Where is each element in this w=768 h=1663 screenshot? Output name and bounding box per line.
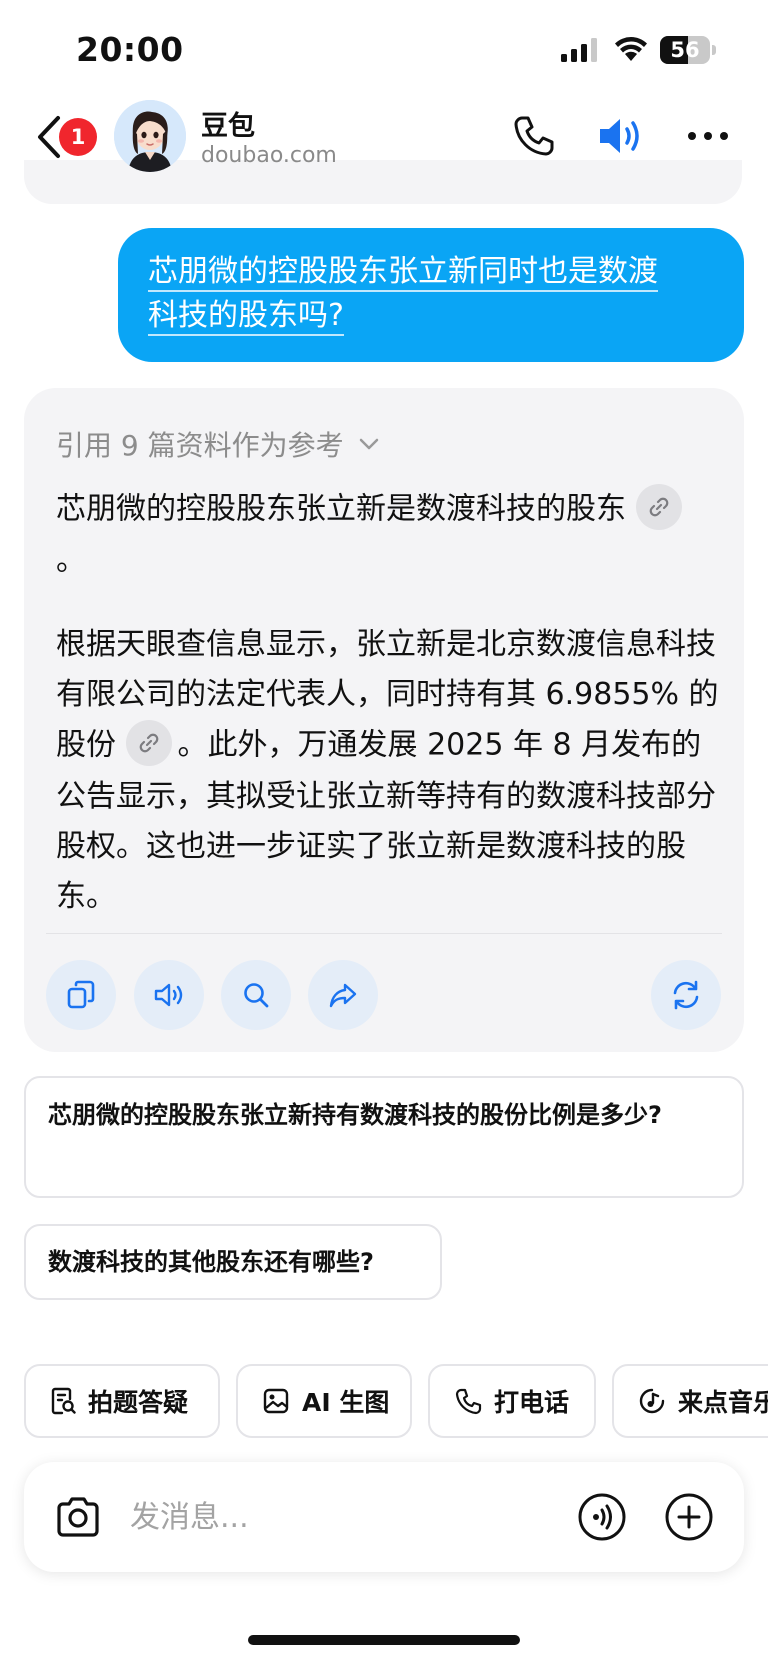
tool-label: AI 生图 [302,1388,390,1417]
more-icon[interactable] [686,122,730,150]
status-bar: 20:00 56 [0,0,768,100]
answer-paragraph-2: 根据天眼查信息显示，张立新是北京数渡信息科技有限公司的法定代表人，同时持有其 6… [56,620,720,922]
bot-domain: doubao.com [201,143,337,168]
copy-button[interactable] [46,960,116,1030]
tool-label: 拍题答疑 [88,1388,189,1417]
answer-p1-end: 。 [56,543,86,578]
user-message-text: 芯朋微的控股股东张立新同时也是数渡 科技的股东吗? [148,250,714,338]
suggested-question-1[interactable]: 芯朋微的控股股东张立新持有数渡科技的股份比例是多少? [24,1076,744,1198]
tool-music[interactable]: 来点音乐 [612,1364,768,1438]
tool-phone-call[interactable]: 打电话 [428,1364,596,1438]
share-button[interactable] [308,960,378,1030]
phone-icon[interactable] [512,114,556,158]
regenerate-button[interactable] [651,960,721,1030]
read-aloud-button[interactable] [134,960,204,1030]
tool-label: 打电话 [494,1388,570,1417]
references-label: 引用 9 篇资料作为参考 [56,429,344,462]
user-message-line-2: 科技的股东吗? [148,298,344,336]
search-icon [244,983,269,1008]
suggested-question-2[interactable]: 数渡科技的其他股东还有哪些? [24,1224,442,1300]
answer-p1-text: 芯朋微的控股股东张立新是数渡科技的股东 [56,491,626,527]
message-input-bar [24,1462,744,1572]
user-message-line-1: 芯朋微的控股股东张立新同时也是数渡 [148,254,658,292]
read-aloud-icon [154,983,183,1007]
status-time: 20:00 [76,30,184,69]
search-button[interactable] [221,960,291,1030]
photo-question-icon [51,1387,76,1415]
battery-level: 56 [670,38,700,62]
voice-icon[interactable] [577,1492,627,1542]
bot-name[interactable]: 豆包 [201,104,255,143]
answer-paragraph-1: 芯朋微的控股股东张立新是数渡科技的股东 。 [56,484,716,586]
citation-link-icon[interactable] [635,484,682,530]
speaker-icon[interactable] [596,112,644,160]
share-icon [329,983,357,1008]
phone-icon [455,1388,482,1415]
signal-icon [561,38,597,62]
plus-icon[interactable] [664,1492,714,1542]
home-indicator[interactable] [248,1635,520,1645]
citation-link-icon[interactable] [125,720,172,766]
references-toggle[interactable]: 引用 9 篇资料作为参考 [56,424,382,464]
avatar[interactable] [114,100,186,172]
user-message-bubble[interactable]: 芯朋微的控股股东张立新同时也是数渡 科技的股东吗? [118,228,744,362]
chevron-down-icon [359,438,378,450]
music-icon [639,1388,665,1414]
message-input[interactable] [130,1492,530,1542]
tool-label: 来点音乐 [678,1388,768,1417]
regenerate-icon [673,980,699,1010]
notification-badge[interactable]: 1 [59,118,97,156]
card-divider [46,933,722,934]
assistant-message-card: 引用 9 篇资料作为参考 芯朋微的控股股东张立新是数渡科技的股东 。 根据天眼查… [24,388,744,1052]
tool-photo-question[interactable]: 拍题答疑 [24,1364,220,1438]
image-icon [263,1388,289,1414]
copy-icon [67,980,95,1009]
wifi-icon [615,37,647,61]
tool-ai-image[interactable]: AI 生图 [236,1364,412,1438]
camera-icon[interactable] [54,1495,102,1539]
chat-screen: 20:00 56 1 豆包 doubao.com 芯朋微的控股股东张立新同时也是… [0,0,768,1663]
battery-icon: 56 [660,36,716,64]
